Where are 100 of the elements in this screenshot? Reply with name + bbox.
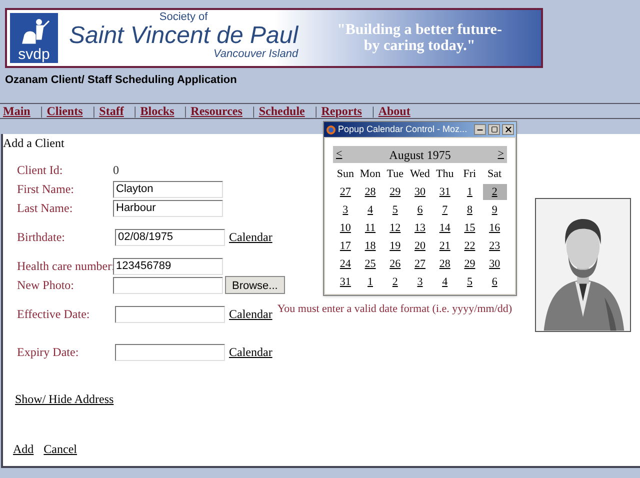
day-link[interactable]: 30 [489, 256, 500, 272]
day-link[interactable]: 9 [492, 202, 498, 218]
month-title: August 1975 [389, 146, 451, 164]
nav-link[interactable]: Clients [46, 102, 83, 118]
show-hide-address-link[interactable]: Show/ Hide Address [15, 392, 114, 406]
day-link[interactable]: 31 [340, 274, 351, 290]
day-link[interactable]: 5 [392, 202, 398, 218]
nav-separator: | [372, 102, 374, 118]
nav-link[interactable]: Schedule [258, 102, 305, 118]
day-link[interactable]: 4 [368, 202, 374, 218]
day-link[interactable]: 1 [368, 274, 374, 290]
day-link[interactable]: 2 [482, 184, 507, 200]
day-link[interactable]: 23 [489, 238, 500, 254]
window-title: Popup Calendar Control - Moz... [338, 122, 468, 136]
day-link[interactable]: 15 [464, 220, 476, 236]
nav-separator: | [40, 102, 43, 118]
day-link[interactable]: 28 [364, 184, 376, 200]
maximize-icon [490, 126, 498, 133]
day-link[interactable]: 6 [417, 202, 423, 218]
input-field[interactable]: Clayton [113, 180, 223, 198]
slogan-line: "Building a better future- [337, 22, 502, 38]
date-field[interactable] [115, 344, 225, 360]
society-name: Saint Vincent de Paul [69, 23, 298, 48]
day-link[interactable]: 29 [390, 184, 401, 200]
nav-link[interactable]: Reports [321, 102, 362, 118]
date-field[interactable]: 02/08/1975 [115, 228, 225, 246]
weekday-label: Fri [462, 167, 478, 182]
nav-separator: | [314, 102, 318, 118]
date-field[interactable] [115, 306, 225, 322]
day-link[interactable]: 10 [340, 220, 351, 236]
day-link[interactable]: 29 [464, 256, 476, 272]
day-link[interactable]: 13 [414, 220, 426, 236]
nav-link[interactable]: Blocks [140, 102, 174, 118]
app-title: Ozanam Client/ Staff Scheduling Application [4, 73, 238, 88]
input-field[interactable]: 123456789 [113, 258, 223, 274]
day-link[interactable]: 4 [442, 274, 448, 290]
day-link[interactable]: 1 [466, 184, 472, 200]
input-field[interactable]: Harbour [113, 200, 223, 216]
nav-separator: | [252, 102, 255, 118]
day-link[interactable]: 8 [466, 202, 472, 218]
nav-link[interactable]: Staff [99, 102, 124, 118]
day-link[interactable]: 28 [439, 256, 450, 272]
cancel-link[interactable]: Cancel [44, 442, 77, 456]
day-link[interactable]: 2 [392, 274, 398, 290]
field-label: Last Name: [17, 200, 74, 216]
day-link[interactable]: 16 [489, 220, 500, 236]
field-label: Effective Date: [17, 306, 91, 322]
nav-separator: | [134, 102, 136, 118]
globe-icon [326, 124, 336, 134]
field-label: Birthdate: [17, 228, 66, 246]
nav-link[interactable]: Resources [190, 102, 242, 118]
calendar-link[interactable]: Calendar [229, 342, 272, 362]
day-link[interactable]: 18 [364, 238, 376, 254]
society-of-text: Society of [159, 11, 208, 23]
day-link[interactable]: 20 [414, 238, 426, 254]
calendar-link[interactable]: Calendar [229, 228, 272, 246]
nav-separator: | [184, 102, 187, 118]
field-label: Health care number: [17, 258, 113, 274]
day-link[interactable]: 17 [340, 238, 351, 254]
day-link[interactable]: 24 [340, 256, 351, 272]
browse-button[interactable]: Browse... [225, 276, 285, 294]
calendar-link[interactable]: Calendar [229, 304, 272, 324]
day-link[interactable]: 6 [492, 274, 498, 290]
nav-separator: | [92, 102, 96, 118]
field-label: Client Id: [17, 162, 64, 178]
weekday-label: Sat [486, 167, 503, 182]
slogan-line: by caring today." [364, 38, 476, 54]
day-link[interactable]: 3 [342, 202, 348, 218]
day-link[interactable]: 22 [464, 238, 476, 254]
day-link[interactable]: 12 [390, 220, 401, 236]
input-field[interactable] [113, 276, 223, 294]
field-label: Expiry Date: [17, 344, 80, 361]
day-link[interactable]: 5 [466, 274, 472, 290]
close-icon [504, 125, 512, 134]
day-link[interactable]: 30 [414, 184, 426, 200]
page-heading: Add a Client [3, 136, 64, 150]
nav-link[interactable]: About [378, 102, 410, 118]
day-link[interactable]: 26 [390, 256, 401, 272]
day-link[interactable]: 25 [364, 256, 376, 272]
day-link[interactable]: 31 [439, 184, 450, 200]
field-label: First Name: [17, 180, 75, 198]
error-message: You must enter a valid date format (i.e. yyyy/mm/dd) [277, 302, 512, 316]
day-link[interactable]: 19 [390, 238, 401, 254]
close-button[interactable] [502, 124, 514, 135]
minimize-button[interactable] [474, 124, 486, 135]
day-link[interactable]: 27 [340, 184, 351, 200]
day-link[interactable]: 7 [442, 202, 448, 218]
weekday-label: Sun [336, 167, 355, 182]
weekday-label: Wed [409, 167, 431, 182]
prev-month-link[interactable]: < [336, 146, 342, 163]
weekday-label: Tue [386, 167, 404, 182]
maximize-button[interactable] [488, 124, 500, 135]
nav-link[interactable]: Main [3, 102, 30, 118]
day-link[interactable]: 21 [439, 238, 450, 254]
day-link[interactable]: 27 [414, 256, 426, 272]
next-month-link[interactable]: > [498, 146, 504, 163]
day-link[interactable]: 14 [439, 220, 450, 236]
day-link[interactable]: 3 [417, 274, 423, 290]
add-link[interactable]: Add [13, 442, 34, 456]
day-link[interactable]: 11 [364, 220, 376, 236]
